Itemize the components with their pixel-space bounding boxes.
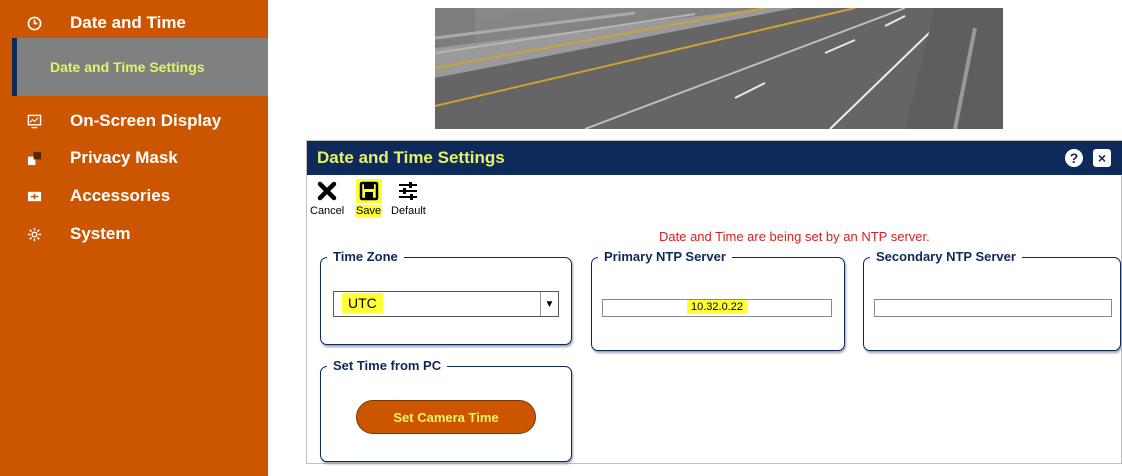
mask-icon: [26, 150, 42, 166]
time-zone-select[interactable]: UTC ▼: [333, 291, 559, 317]
sidebar-subitem-date-and-time-settings[interactable]: Date and Time Settings: [12, 38, 268, 96]
secondary-ntp-legend: Secondary NTP Server: [870, 249, 1022, 264]
sidebar: Date and Time Date and Time Settings On-…: [0, 0, 268, 476]
default-button[interactable]: Default: [390, 179, 427, 217]
sidebar-item-on-screen-display[interactable]: On-Screen Display: [0, 106, 268, 136]
sidebar-subitem-label: Date and Time Settings: [50, 59, 205, 75]
primary-ntp-group: Primary NTP Server 10.32.0.22: [591, 249, 845, 351]
help-icon[interactable]: ?: [1065, 149, 1083, 167]
time-zone-value: UTC: [342, 293, 383, 313]
gear-icon: [26, 226, 42, 242]
set-time-group: Set Time from PC Set Camera Time: [320, 358, 572, 462]
camera-preview: [435, 8, 1003, 129]
save-label: Save: [355, 205, 383, 217]
clock-icon: [26, 15, 42, 31]
chevron-down-icon: ▼: [540, 292, 558, 316]
primary-ntp-input[interactable]: 10.32.0.22: [602, 299, 832, 317]
set-camera-time-button[interactable]: Set Camera Time: [356, 400, 536, 434]
primary-ntp-legend: Primary NTP Server: [598, 249, 732, 264]
save-icon: [355, 179, 382, 203]
date-time-settings-dialog: Date and Time Settings ? × Cancel Save D…: [306, 140, 1122, 464]
secondary-ntp-group: Secondary NTP Server: [863, 249, 1121, 351]
sidebar-item-label: On-Screen Display: [70, 111, 222, 130]
default-label: Default: [391, 205, 426, 217]
set-time-legend: Set Time from PC: [327, 358, 448, 373]
cancel-icon: [314, 179, 340, 203]
dialog-title: Date and Time Settings: [317, 148, 505, 167]
primary-ntp-value: 10.32.0.22: [687, 300, 747, 314]
monitor-icon: [26, 113, 42, 129]
sliders-icon: [395, 179, 421, 203]
secondary-ntp-input[interactable]: [874, 299, 1112, 317]
sidebar-item-label: Privacy Mask: [70, 148, 178, 167]
sidebar-item-date-and-time[interactable]: Date and Time: [0, 8, 268, 38]
cancel-label: Cancel: [310, 205, 345, 217]
save-button[interactable]: Save: [355, 179, 383, 217]
time-zone-group: Time Zone UTC ▼: [320, 249, 572, 345]
sidebar-item-privacy-mask[interactable]: Privacy Mask: [0, 143, 268, 173]
active-indicator: [12, 38, 17, 96]
sidebar-item-label: System: [70, 224, 131, 243]
sidebar-item-label: Accessories: [70, 186, 171, 205]
accessories-icon: [26, 188, 42, 204]
time-zone-legend: Time Zone: [327, 249, 404, 264]
cancel-button[interactable]: Cancel: [309, 179, 345, 217]
dialog-titlebar: Date and Time Settings ? ×: [307, 141, 1122, 175]
sidebar-item-system[interactable]: System: [0, 219, 268, 249]
close-icon[interactable]: ×: [1093, 149, 1111, 167]
sidebar-item-label: Date and Time: [70, 13, 186, 32]
sidebar-item-accessories[interactable]: Accessories: [0, 181, 268, 211]
ntp-notice: Date and Time are being set by an NTP se…: [659, 229, 930, 244]
